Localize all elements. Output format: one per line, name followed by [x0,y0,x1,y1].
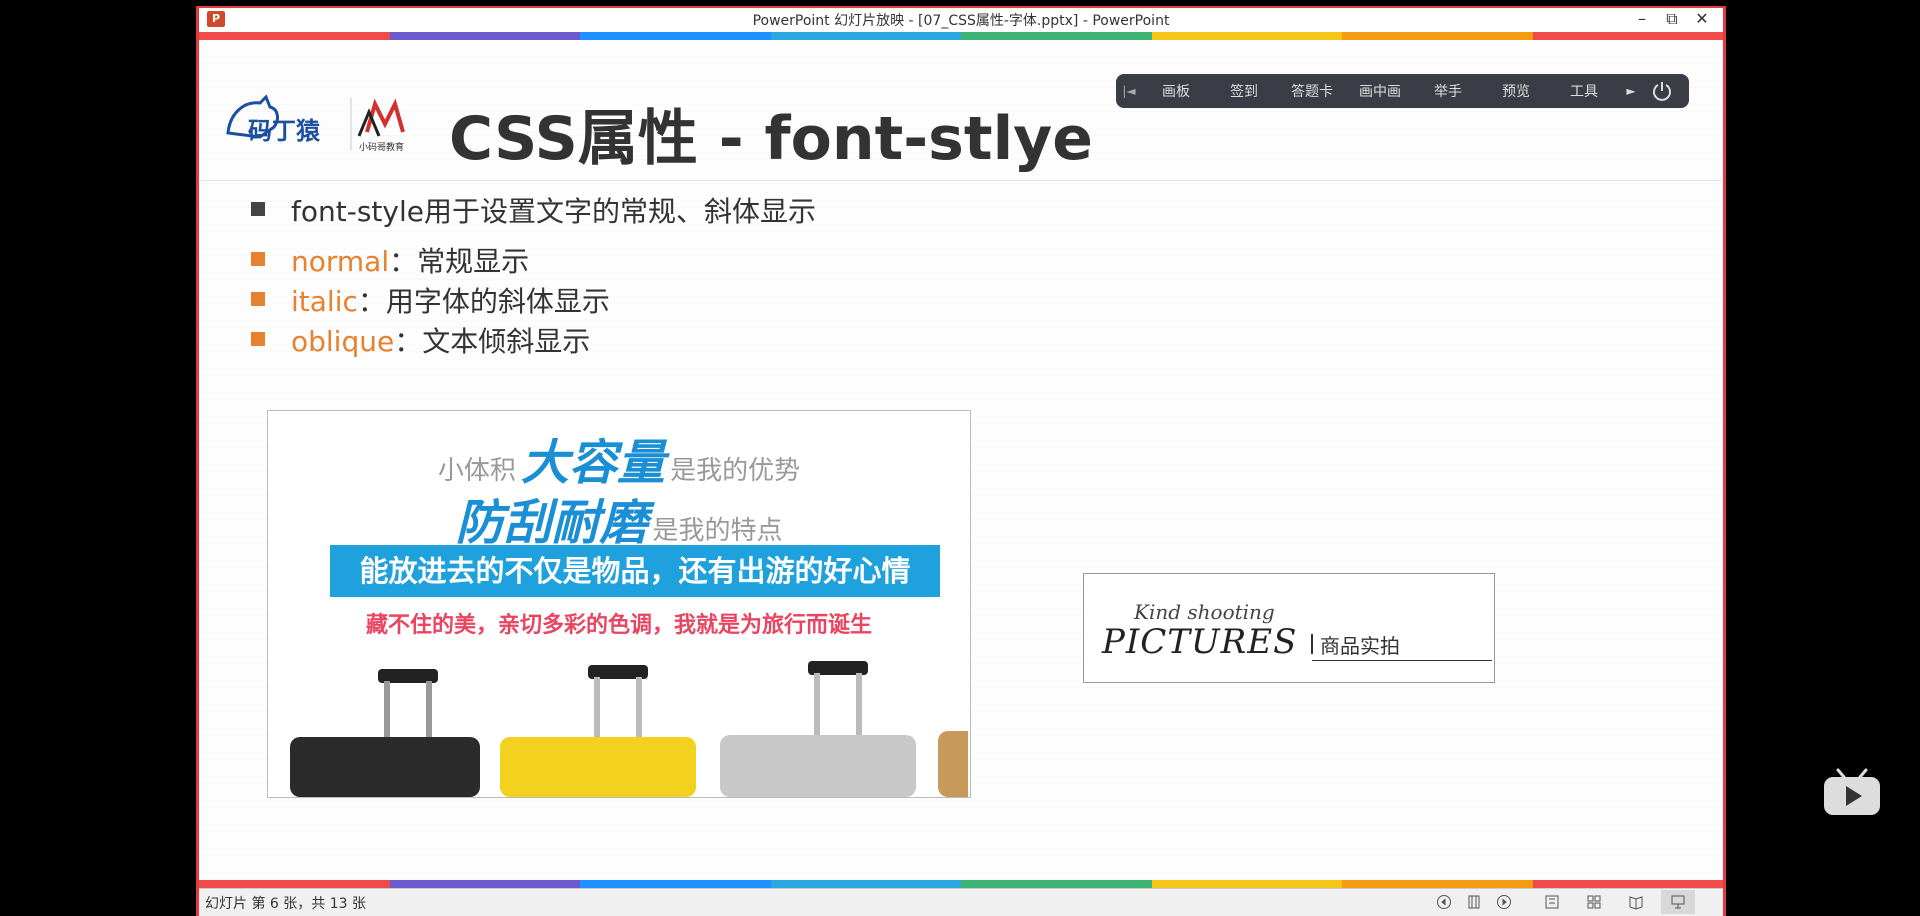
toolbar-item-sign-in[interactable]: 签到 [1210,81,1278,101]
kind-shooting-text: Kind shooting [1134,600,1275,624]
bullet-text: ：用字体的斜体显示 [357,285,610,318]
toolbar-collapse-icon[interactable]: |◄ [1116,84,1142,98]
next-icon[interactable] [1493,893,1515,911]
suitcases-picture [290,661,968,797]
bullet-square-icon [251,292,265,306]
headline-small-a: 小体积 [437,456,516,486]
rainbow-segment [961,32,1152,40]
slide-counter: 幻灯片 第 6 张，共 13 张 [205,896,366,912]
rainbow-segment [1151,32,1342,40]
bullet-text: ：常规显示 [389,245,530,278]
bullet-square-icon [251,252,265,266]
toolbar-item-picture-in-picture[interactable]: 画中画 [1346,81,1414,101]
rainbow-segment [580,32,771,40]
slide-sorter-icon[interactable] [1583,893,1605,911]
toolbar-item-answer-card[interactable]: 答题卡 [1278,81,1346,101]
title-divider [199,180,1723,181]
pause-icon[interactable] [1463,893,1485,911]
rainbow-segment [389,880,580,888]
reading-view-icon[interactable] [1625,893,1647,911]
status-bar: 幻灯片 第 6 张，共 13 张 [199,888,1723,916]
rainbow-segment [1342,880,1533,888]
bullet-square-icon [251,202,265,216]
suitcase-product-image: 小体积 大容量 是我的优势 防刮耐磨 是我的特点 能放进去的不仅是物品，还有出游… [267,410,971,798]
xiaomage-logo: 小码哥教育 [350,98,405,153]
rainbow-segment [770,32,961,40]
toolbar-item-preview[interactable]: 预览 [1482,81,1550,101]
rainbow-bar-top [199,32,1723,40]
bullet-keyword: normal [291,245,390,278]
rainbow-segment [961,880,1152,888]
slide-title: CSS属性 - font-stlye [449,104,1093,174]
bullet-square-icon [251,332,265,346]
restore-button[interactable]: ⧉ [1657,9,1687,29]
rainbow-segment [580,880,771,888]
rainbow-segment [199,32,390,40]
mading-logo: 码丁猿 [226,94,321,145]
normal-view-icon[interactable] [1541,893,1563,911]
logo1-text: 码丁猿 [248,117,321,145]
bullet-keyword: italic [291,285,358,318]
rainbow-segment [1342,32,1533,40]
title-bar: P PowerPoint 幻灯片放映 - [07_CSS属性-字体.pptx] … [199,6,1723,30]
pictures-text: PICTURES [1102,622,1298,662]
rainbow-segment [1151,880,1342,888]
power-icon[interactable] [1644,80,1680,102]
bullet-text: font-style用于设置文字的常规、斜体显示 [291,195,816,228]
toolbar-expand-icon[interactable]: ► [1618,84,1644,98]
video-play-icon[interactable] [1822,768,1882,818]
toolbar-item-tools[interactable]: 工具 [1550,81,1618,101]
toolbar-item-raise-hand[interactable]: 举手 [1414,81,1482,101]
kind-underline [1312,660,1492,661]
window-title: PowerPoint 幻灯片放映 - [07_CSS属性-字体.pptx] - … [752,13,1170,29]
headline-small-c: 是我的特点 [652,516,783,546]
bullet-keyword: oblique [291,325,395,358]
bullet-text: ：文本倾斜显示 [394,325,591,358]
rainbow-segment [1532,32,1723,40]
product-photo-label: 商品实拍 [1320,634,1400,658]
slide-canvas[interactable]: 码丁猿 小码哥教育 CSS属性 - font-stlye font-style用… [199,40,1723,880]
headline-small-b: 是我的优势 [670,456,801,486]
minimize-button[interactable]: – [1627,9,1657,28]
rainbow-segment [770,880,961,888]
powerpoint-window: P PowerPoint 幻灯片放映 - [07_CSS属性-字体.pptx] … [196,6,1726,916]
slideshow-icon[interactable] [1661,890,1695,914]
kind-shooting-image: Kind shooting PICTURES 商品实拍 [1083,573,1495,683]
product-headline-2: 防刮耐磨 是我的特点 [268,483,970,553]
presenter-toolbar: |◄ 画板 签到 答题卡 画中画 举手 预览 工具 ► [1116,74,1689,108]
toolbar-item-whiteboard[interactable]: 画板 [1142,81,1210,101]
prev-icon[interactable] [1433,893,1455,911]
rainbow-segment [1532,880,1723,888]
close-button[interactable]: ✕ [1687,9,1717,28]
rainbow-segment [389,32,580,40]
headline-big-b: 防刮耐磨 [455,495,648,551]
rainbow-segment [199,880,390,888]
kind-separator [1311,634,1313,654]
logo2-text: 小码哥教育 [359,141,404,153]
product-subtext: 藏不住的美，亲切多彩的色调，我就是为旅行而诞生 [365,613,872,638]
product-banner: 能放进去的不仅是物品，还有出游的好心情 [330,545,940,597]
rainbow-bar-bottom [199,880,1723,888]
